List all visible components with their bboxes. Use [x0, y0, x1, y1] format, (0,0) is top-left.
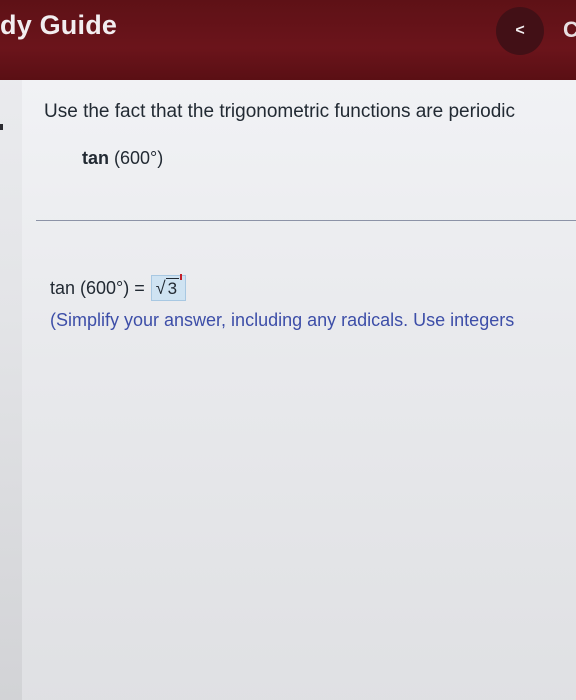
expression-function: tan [82, 148, 109, 168]
page-title: dy Guide [0, 10, 118, 40]
chevron-left-icon: < [515, 22, 525, 39]
question-prompt: Use the fact that the trigonometric func… [44, 101, 516, 122]
header-bar: dy Guide < C [0, 0, 576, 80]
divider [36, 220, 576, 221]
next-button[interactable]: C [563, 17, 576, 43]
radical-icon: √ [155, 278, 166, 298]
screen: dy Guide < C Use the fact that the trigo… [0, 0, 576, 700]
answer-hint: (Simplify your answer, including any rad… [50, 310, 515, 330]
answer-row: tan (600°) = √ 3 [50, 274, 187, 301]
answer-input[interactable]: √ 3 [150, 274, 187, 301]
answer-lhs: tan (600°) = [50, 277, 145, 298]
question-expression: tan (600°) [82, 148, 163, 169]
back-button[interactable]: < [496, 7, 544, 55]
expression-argument: (600°) [109, 148, 164, 168]
input-cursor-marker [180, 274, 183, 280]
question-panel: Use the fact that the trigonometric func… [22, 80, 576, 700]
edge-marker [0, 124, 3, 130]
answer-radicand: 3 [165, 278, 180, 298]
